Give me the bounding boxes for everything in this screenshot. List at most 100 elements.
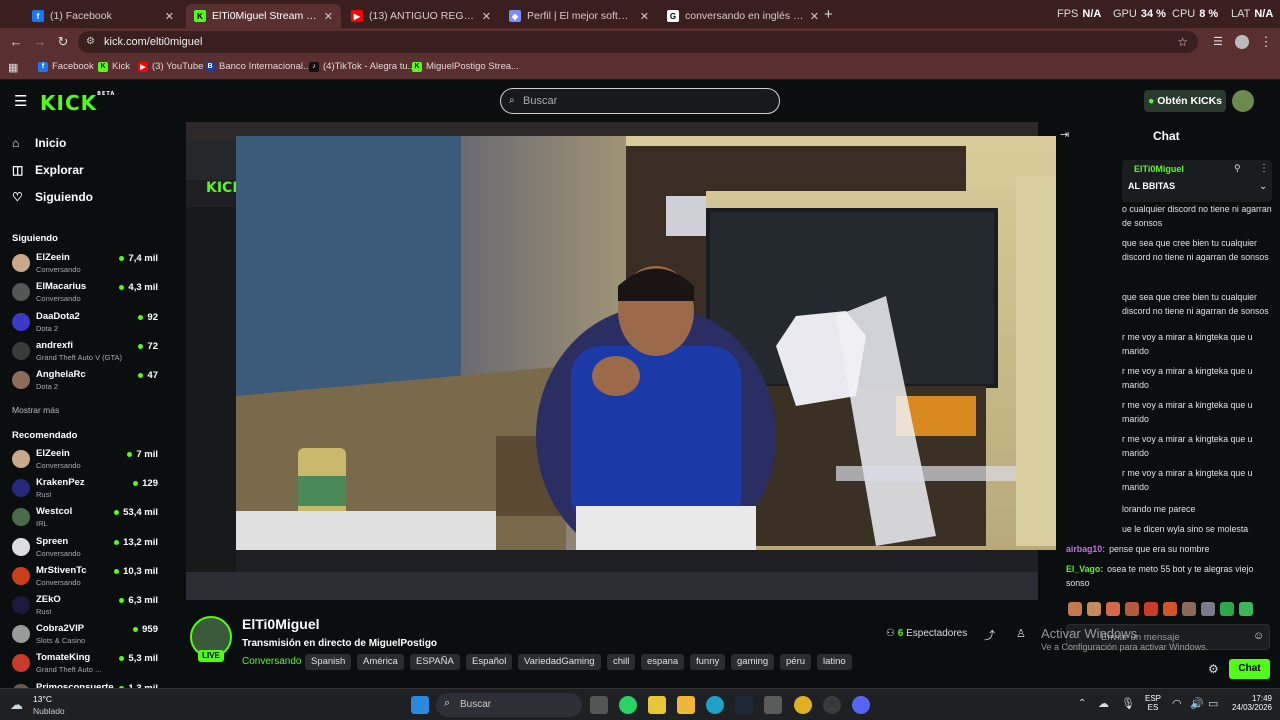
- bookmark-item[interactable]: B Banco Internacional...: [205, 61, 311, 72]
- file-explorer-icon[interactable]: [677, 696, 695, 714]
- store-icon[interactable]: [764, 696, 782, 714]
- stream-tag[interactable]: América: [357, 654, 404, 670]
- close-tab-icon[interactable]: ✕: [165, 10, 174, 23]
- show-more-link[interactable]: Mostrar más: [12, 405, 59, 415]
- pinned-menu-icon[interactable]: ⋮: [1259, 163, 1269, 174]
- weather-icon[interactable]: ☁: [10, 697, 23, 713]
- browser-tab[interactable]: ▶ (13) ANTIGUO REGGAETON ✕: [343, 4, 499, 28]
- profile-avatar-icon[interactable]: [1235, 35, 1249, 49]
- wifi-icon[interactable]: ◠: [1172, 697, 1182, 710]
- reload-icon[interactable]: ↻: [55, 34, 71, 50]
- stream-tag[interactable]: ESPAÑA: [410, 654, 460, 670]
- bookmark-item[interactable]: ♪ (4)TikTok - Alegra tu...: [309, 61, 416, 72]
- channel-list-item[interactable]: ZEkO Rust 6,3 mil: [12, 593, 162, 619]
- emote-icon[interactable]: [1163, 602, 1177, 616]
- stream-tag[interactable]: espana: [641, 654, 685, 670]
- browser-tab[interactable]: f (1) Facebook ✕: [24, 4, 182, 28]
- address-bar[interactable]: ⚙ kick.com/elti0miguel ☆: [78, 31, 1198, 53]
- stream-tag[interactable]: chill: [607, 654, 636, 670]
- emote-icon[interactable]: [1125, 602, 1139, 616]
- apps-grid-icon[interactable]: ▦: [8, 61, 18, 74]
- stream-tag[interactable]: latino: [817, 654, 852, 670]
- new-tab-button[interactable]: +: [824, 6, 833, 23]
- channel-list-item[interactable]: ElZeein Conversando 7 mil: [12, 447, 162, 473]
- edge-icon[interactable]: [706, 696, 724, 714]
- emoji-icon[interactable]: ☺: [1253, 630, 1264, 642]
- steam-icon[interactable]: [735, 696, 753, 714]
- discord-icon[interactable]: [852, 696, 870, 714]
- bookmark-item[interactable]: ▶ (3) YouTube: [138, 61, 203, 72]
- stream-tag[interactable]: péru: [780, 654, 812, 670]
- close-tab-icon[interactable]: ✕: [482, 10, 491, 23]
- channel-name[interactable]: ElTi0Miguel: [242, 616, 320, 632]
- bookmark-item[interactable]: K Kick: [98, 61, 130, 72]
- nav-home[interactable]: ⌂ Inicio: [12, 136, 66, 150]
- hamburger-menu-icon[interactable]: ☰: [14, 92, 27, 110]
- stream-tag[interactable]: VariedadGaming: [518, 654, 601, 670]
- whatsapp-icon[interactable]: [619, 696, 637, 714]
- nav-following[interactable]: ♡ Siguiendo: [12, 190, 93, 204]
- browser-tab[interactable]: K ElTi0Miguel Stream - Watch Live ✕: [186, 4, 341, 28]
- channel-list-item[interactable]: TomateKing Grand Theft Auto ... 5,3 mil: [12, 651, 162, 677]
- channel-list-item[interactable]: MrStivenTc Conversando 10,3 mil: [12, 564, 162, 590]
- emote-icon[interactable]: [1220, 602, 1234, 616]
- emote-icon[interactable]: [1087, 602, 1101, 616]
- pinned-message[interactable]: ElTi0Miguel ⚲ ⋮ AL BBITAS ⌄: [1122, 160, 1272, 202]
- emote-icon[interactable]: [1182, 602, 1196, 616]
- share-icon[interactable]: ⤴: [984, 627, 995, 643]
- channel-list-item[interactable]: ElZeein Conversando 7,4 mil: [12, 251, 162, 277]
- stream-tag[interactable]: funny: [690, 654, 726, 670]
- app-yellow-icon[interactable]: [648, 696, 666, 714]
- volume-icon[interactable]: 🔊: [1190, 697, 1204, 710]
- pin-icon[interactable]: ⚲: [1234, 163, 1241, 174]
- site-info-icon[interactable]: ⚙: [86, 31, 95, 53]
- pinned-expand-icon[interactable]: ⌄: [1259, 181, 1267, 192]
- channel-list-item[interactable]: andrexfi Grand Theft Auto V (GTA) 72: [12, 339, 162, 365]
- webcam-video[interactable]: [236, 136, 1129, 550]
- close-tab-icon[interactable]: ✕: [324, 10, 333, 23]
- browser-menu-icon[interactable]: ⋮: [1258, 34, 1274, 50]
- clock[interactable]: 17:49 24/03/2026: [1222, 694, 1272, 712]
- bookmark-item[interactable]: f Facebook: [38, 61, 94, 72]
- lang-indicator[interactable]: ESP ES: [1145, 694, 1161, 712]
- battery-icon[interactable]: ▭: [1208, 697, 1218, 710]
- mic-icon[interactable]: 🎙: [1121, 697, 1135, 710]
- start-button-icon[interactable]: [411, 696, 429, 714]
- send-chat-button[interactable]: Chat: [1229, 659, 1270, 679]
- emote-icon[interactable]: [1068, 602, 1082, 616]
- stream-tag[interactable]: gaming: [731, 654, 775, 670]
- get-kicks-button[interactable]: ● Obtén KICKs: [1144, 90, 1226, 112]
- collapse-chat-icon[interactable]: ⇥: [1060, 128, 1069, 141]
- browser-tab[interactable]: Gconversando en inglés - Buscar ✕: [659, 4, 827, 28]
- chat-username[interactable]: El_Vago:: [1066, 564, 1103, 574]
- browser-tab[interactable]: ◆ Perfil | El mejor software para p ✕: [501, 4, 657, 28]
- taskbar-search[interactable]: ⌕ Buscar: [436, 693, 582, 717]
- task-view-icon[interactable]: [590, 696, 608, 714]
- close-tab-icon[interactable]: ✕: [810, 10, 819, 23]
- channel-list-item[interactable]: KrakenPez Rust 129: [12, 476, 162, 502]
- channel-list-item[interactable]: AnghelaRc Dota 2 47: [12, 368, 162, 394]
- back-icon[interactable]: ←: [8, 34, 24, 50]
- emote-icon[interactable]: [1201, 602, 1215, 616]
- nav-explore[interactable]: ◫ Explorar: [12, 163, 84, 177]
- chat-username[interactable]: airbag10:: [1066, 544, 1105, 554]
- bookmark-star-icon[interactable]: ☆: [1177, 31, 1188, 53]
- channel-list-item[interactable]: Westcol IRL 53,4 mil: [12, 505, 162, 531]
- search-input[interactable]: ⌕ Buscar: [500, 88, 780, 114]
- stream-tag[interactable]: Español: [466, 654, 513, 670]
- emote-icon[interactable]: [1106, 602, 1120, 616]
- chat-settings-icon[interactable]: ⚙: [1208, 662, 1219, 676]
- tray-chevron-icon[interactable]: ⌃: [1078, 698, 1086, 709]
- stream-tag[interactable]: Spanish: [305, 654, 352, 670]
- channel-list-item[interactable]: Spreen Conversando 13,2 mil: [12, 535, 162, 561]
- bookmark-item[interactable]: K MiguelPostigo Strea...: [412, 61, 519, 72]
- emote-icon[interactable]: [1144, 602, 1158, 616]
- onedrive-icon[interactable]: ☁: [1098, 697, 1109, 710]
- channel-list-item[interactable]: ElMacarius Conversando 4,3 mil: [12, 280, 162, 306]
- app-circle-icon[interactable]: [823, 696, 841, 714]
- channel-list-item[interactable]: Cobra2VIP Slots & Casino 959: [12, 622, 162, 648]
- chrome-icon[interactable]: [794, 696, 812, 714]
- emote-icon[interactable]: [1239, 602, 1253, 616]
- follow-icon[interactable]: ♙: [1016, 627, 1026, 640]
- stream-category[interactable]: Conversando: [242, 656, 301, 667]
